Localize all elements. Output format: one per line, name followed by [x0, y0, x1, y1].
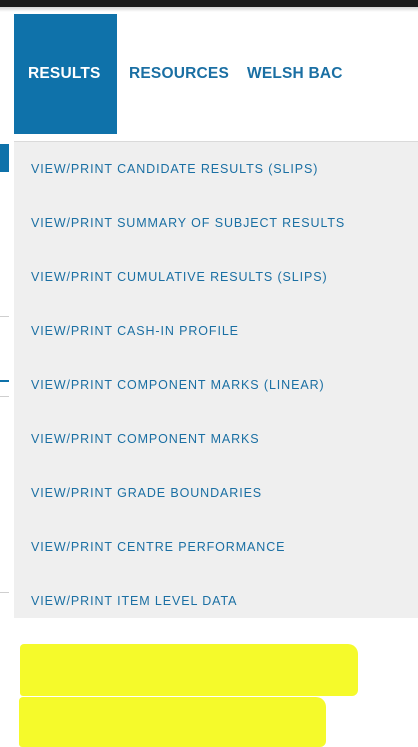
menu-item-label: VIEW/PRINT CANDIDATE RESULTS (SLIPS)	[31, 162, 319, 176]
nav-tab-results[interactable]: RESULTS	[14, 14, 117, 134]
top-border-shadow	[0, 7, 418, 12]
menu-item-label: VIEW/PRINT COMPONENT MARKS (LINEAR)	[31, 378, 325, 392]
background-edge-divider	[0, 316, 9, 317]
menu-item-component-marks-linear[interactable]: VIEW/PRINT COMPONENT MARKS (LINEAR)	[14, 358, 418, 412]
nav-tab-welsh-bac[interactable]: WELSH BAC	[237, 14, 351, 134]
background-edge-divider	[0, 396, 9, 397]
results-dropdown-menu: VIEW/PRINT CANDIDATE RESULTS (SLIPS) VIE…	[14, 141, 418, 747]
background-edge-divider	[0, 592, 9, 593]
background-edge-accent	[0, 380, 9, 382]
menu-item-cash-in-profile[interactable]: VIEW/PRINT CASH-IN PROFILE	[14, 304, 418, 358]
top-border	[0, 0, 418, 7]
menu-item-item-level-data[interactable]: VIEW/PRINT ITEM LEVEL DATA	[14, 574, 418, 628]
menu-item-centre-performance[interactable]: VIEW/PRINT CENTRE PERFORMANCE	[14, 520, 418, 574]
menu-item-candidate-results[interactable]: VIEW/PRINT CANDIDATE RESULTS (SLIPS)	[14, 142, 418, 196]
menu-item-label: VIEW/PRINT ITEM LEVEL DATA	[31, 594, 238, 608]
highlighter-mark	[19, 697, 326, 747]
menu-item-summary-subject-results[interactable]: VIEW/PRINT SUMMARY OF SUBJECT RESULTS	[14, 196, 418, 250]
menu-item-label: VIEW/PRINT CENTRE PERFORMANCE	[31, 540, 286, 554]
nav-tab-resources[interactable]: RESOURCES	[117, 14, 237, 134]
main-nav: RESULTS RESOURCES WELSH BAC	[14, 14, 418, 134]
menu-item-cumulative-results[interactable]: VIEW/PRINT CUMULATIVE RESULTS (SLIPS)	[14, 250, 418, 304]
menu-item-label: VIEW/PRINT CUMULATIVE RESULTS (SLIPS)	[31, 270, 328, 284]
menu-item-label: VIEW/PRINT SUMMARY OF SUBJECT RESULTS	[31, 216, 346, 230]
menu-item-label: VIEW/PRINT GRADE BOUNDARIES	[31, 486, 263, 500]
highlighter-mark	[20, 644, 358, 696]
menu-item-label: VIEW/PRINT COMPONENT MARKS	[31, 432, 260, 446]
menu-item-grade-boundaries[interactable]: VIEW/PRINT GRADE BOUNDARIES	[14, 466, 418, 520]
background-edge-accent	[0, 144, 9, 172]
menu-item-component-marks[interactable]: VIEW/PRINT COMPONENT MARKS	[14, 412, 418, 466]
menu-item-label: VIEW/PRINT CASH-IN PROFILE	[31, 324, 239, 338]
